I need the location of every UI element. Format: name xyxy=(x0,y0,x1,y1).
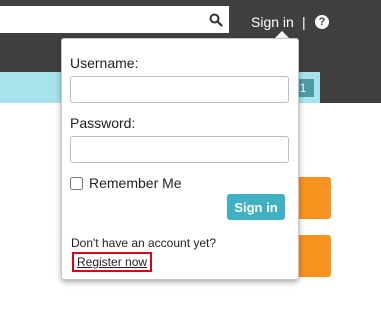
username-field[interactable] xyxy=(70,76,289,103)
no-account-text: Don't have an account yet? xyxy=(71,236,217,250)
remember-me-checkbox[interactable] xyxy=(70,177,83,190)
password-field[interactable] xyxy=(70,136,289,163)
search-icon[interactable] xyxy=(209,13,223,27)
sign-in-button[interactable]: Sign in xyxy=(227,194,285,220)
username-label: Username: xyxy=(70,55,139,71)
header-divider: | xyxy=(302,14,306,30)
search-input[interactable] xyxy=(0,6,229,33)
help-icon[interactable]: ? xyxy=(315,15,329,29)
sign-in-link[interactable]: Sign in xyxy=(251,14,294,30)
remember-me-label: Remember Me xyxy=(89,175,182,191)
login-popup: Username: Password: Remember Me Sign in … xyxy=(61,38,299,280)
register-now-link[interactable]: Register now xyxy=(72,252,153,272)
password-label: Password: xyxy=(70,115,136,131)
